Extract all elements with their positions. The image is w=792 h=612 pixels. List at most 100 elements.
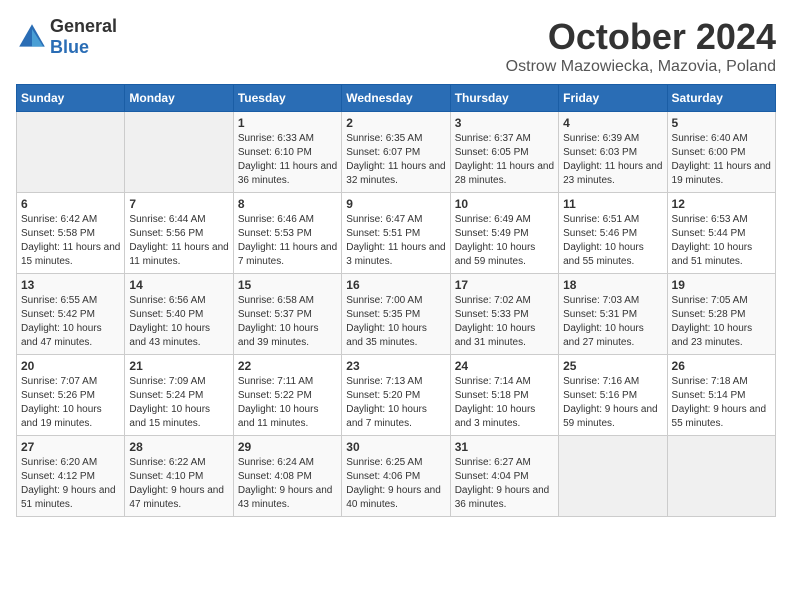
calendar-cell: 22 Sunrise: 7:11 AM Sunset: 5:22 PM Dayli…	[233, 355, 341, 436]
day-number: 6	[21, 197, 120, 211]
calendar-cell: 25 Sunrise: 7:16 AM Sunset: 5:16 PM Dayli…	[559, 355, 667, 436]
cell-info: Sunrise: 6:47 AM Sunset: 5:51 PM Dayligh…	[346, 213, 445, 269]
calendar-cell: 27Sunrise: 6:20 AM Sunset: 4:12 PM Dayli…	[17, 436, 125, 517]
calendar-cell	[667, 436, 775, 517]
calendar-cell: 6 Sunrise: 6:42 AM Sunset: 5:58 PM Daylig…	[17, 193, 125, 274]
calendar-cell: 5 Sunrise: 6:40 AM Sunset: 6:00 PM Daylig…	[667, 112, 775, 193]
day-number: 13	[21, 278, 120, 292]
day-number: 31	[455, 440, 554, 454]
calendar-week-row: 13 Sunrise: 6:55 AM Sunset: 5:42 PM Dayli…	[17, 274, 776, 355]
calendar-cell: 20 Sunrise: 7:07 AM Sunset: 5:26 PM Dayli…	[17, 355, 125, 436]
day-number: 20	[21, 359, 120, 373]
day-number: 2	[346, 116, 445, 130]
cell-info: Sunrise: 6:42 AM Sunset: 5:58 PM Dayligh…	[21, 213, 120, 269]
day-number: 3	[455, 116, 554, 130]
day-number: 28	[129, 440, 228, 454]
month-title: October 2024	[506, 16, 776, 58]
cell-info: Sunrise: 6:22 AM Sunset: 4:10 PM Dayligh…	[129, 456, 228, 512]
calendar-cell: 17 Sunrise: 7:02 AM Sunset: 5:33 PM Dayli…	[450, 274, 558, 355]
calendar-cell: 11 Sunrise: 6:51 AM Sunset: 5:46 PM Dayli…	[559, 193, 667, 274]
cell-info: Sunrise: 6:49 AM Sunset: 5:49 PM Dayligh…	[455, 213, 554, 269]
title-block: October 2024 Ostrow Mazowiecka, Mazovia,…	[506, 16, 776, 76]
cell-info: Sunrise: 7:07 AM Sunset: 5:26 PM Dayligh…	[21, 375, 120, 431]
day-number: 21	[129, 359, 228, 373]
day-number: 7	[129, 197, 228, 211]
day-header: Wednesday	[342, 85, 450, 112]
calendar-cell: 15Sunrise: 6:58 AM Sunset: 5:37 PM Dayli…	[233, 274, 341, 355]
cell-info: Sunrise: 6:55 AM Sunset: 5:42 PM Dayligh…	[21, 294, 120, 350]
cell-info: Sunrise: 6:46 AM Sunset: 5:53 PM Dayligh…	[238, 213, 337, 269]
day-number: 19	[672, 278, 771, 292]
cell-info: Sunrise: 6:56 AM Sunset: 5:40 PM Dayligh…	[129, 294, 228, 350]
day-header: Friday	[559, 85, 667, 112]
calendar-cell: 30 Sunrise: 6:25 AM Sunset: 4:06 PM Dayli…	[342, 436, 450, 517]
day-number: 25	[563, 359, 662, 373]
calendar-week-row: 20 Sunrise: 7:07 AM Sunset: 5:26 PM Dayli…	[17, 355, 776, 436]
cell-info: Sunrise: 7:00 AM Sunset: 5:35 PM Dayligh…	[346, 294, 445, 350]
day-number: 16	[346, 278, 445, 292]
cell-info: Sunrise: 6:25 AM Sunset: 4:06 PM Dayligh…	[346, 456, 445, 512]
calendar-cell: 16 Sunrise: 7:00 AM Sunset: 5:35 PM Dayli…	[342, 274, 450, 355]
calendar-cell: 28 Sunrise: 6:22 AM Sunset: 4:10 PM Dayli…	[125, 436, 233, 517]
day-number: 24	[455, 359, 554, 373]
calendar-cell: 4Sunrise: 6:39 AM Sunset: 6:03 PM Daylig…	[559, 112, 667, 193]
day-number: 5	[672, 116, 771, 130]
day-number: 14	[129, 278, 228, 292]
day-number: 17	[455, 278, 554, 292]
header: General Blue October 2024 Ostrow Mazowie…	[16, 16, 776, 76]
day-number: 9	[346, 197, 445, 211]
calendar-cell	[559, 436, 667, 517]
logo-blue: Blue	[50, 37, 89, 57]
day-header: Monday	[125, 85, 233, 112]
cell-info: Sunrise: 7:18 AM Sunset: 5:14 PM Dayligh…	[672, 375, 771, 431]
cell-info: Sunrise: 6:51 AM Sunset: 5:46 PM Dayligh…	[563, 213, 662, 269]
cell-info: Sunrise: 6:44 AM Sunset: 5:56 PM Dayligh…	[129, 213, 228, 269]
location-title: Ostrow Mazowiecka, Mazovia, Poland	[506, 58, 776, 76]
logo: General Blue	[16, 16, 117, 58]
logo-icon	[16, 21, 48, 53]
calendar-cell: 3Sunrise: 6:37 AM Sunset: 6:05 PM Daylig…	[450, 112, 558, 193]
calendar-cell: 21 Sunrise: 7:09 AM Sunset: 5:24 PM Dayli…	[125, 355, 233, 436]
cell-info: Sunrise: 6:58 AM Sunset: 5:37 PM Dayligh…	[238, 294, 337, 350]
cell-info: Sunrise: 7:09 AM Sunset: 5:24 PM Dayligh…	[129, 375, 228, 431]
calendar-cell: 24Sunrise: 7:14 AM Sunset: 5:18 PM Dayli…	[450, 355, 558, 436]
cell-info: Sunrise: 6:53 AM Sunset: 5:44 PM Dayligh…	[672, 213, 771, 269]
calendar-cell: 19 Sunrise: 7:05 AM Sunset: 5:28 PM Dayli…	[667, 274, 775, 355]
day-number: 10	[455, 197, 554, 211]
cell-info: Sunrise: 6:40 AM Sunset: 6:00 PM Dayligh…	[672, 132, 771, 188]
logo-general: General	[50, 16, 117, 36]
day-number: 12	[672, 197, 771, 211]
day-number: 29	[238, 440, 337, 454]
cell-info: Sunrise: 6:27 AM Sunset: 4:04 PM Dayligh…	[455, 456, 554, 512]
cell-info: Sunrise: 7:05 AM Sunset: 5:28 PM Dayligh…	[672, 294, 771, 350]
day-number: 4	[563, 116, 662, 130]
day-number: 8	[238, 197, 337, 211]
cell-info: Sunrise: 6:35 AM Sunset: 6:07 PM Dayligh…	[346, 132, 445, 188]
day-header: Saturday	[667, 85, 775, 112]
calendar-cell: 1Sunrise: 6:33 AM Sunset: 6:10 PM Daylig…	[233, 112, 341, 193]
day-number: 26	[672, 359, 771, 373]
calendar-cell: 8 Sunrise: 6:46 AM Sunset: 5:53 PM Daylig…	[233, 193, 341, 274]
cell-info: Sunrise: 7:13 AM Sunset: 5:20 PM Dayligh…	[346, 375, 445, 431]
calendar-cell: 14 Sunrise: 6:56 AM Sunset: 5:40 PM Dayli…	[125, 274, 233, 355]
day-number: 23	[346, 359, 445, 373]
cell-info: Sunrise: 7:11 AM Sunset: 5:22 PM Dayligh…	[238, 375, 337, 431]
day-number: 11	[563, 197, 662, 211]
cell-info: Sunrise: 6:20 AM Sunset: 4:12 PM Dayligh…	[21, 456, 120, 512]
cell-info: Sunrise: 7:02 AM Sunset: 5:33 PM Dayligh…	[455, 294, 554, 350]
day-number: 22	[238, 359, 337, 373]
calendar-table: SundayMondayTuesdayWednesdayThursdayFrid…	[16, 84, 776, 517]
cell-info: Sunrise: 7:16 AM Sunset: 5:16 PM Dayligh…	[563, 375, 662, 431]
calendar-cell	[125, 112, 233, 193]
cell-info: Sunrise: 6:33 AM Sunset: 6:10 PM Dayligh…	[238, 132, 337, 188]
calendar-cell: 7 Sunrise: 6:44 AM Sunset: 5:56 PM Daylig…	[125, 193, 233, 274]
day-number: 30	[346, 440, 445, 454]
calendar-cell: 9 Sunrise: 6:47 AM Sunset: 5:51 PM Daylig…	[342, 193, 450, 274]
day-number: 18	[563, 278, 662, 292]
calendar-week-row: 1Sunrise: 6:33 AM Sunset: 6:10 PM Daylig…	[17, 112, 776, 193]
calendar-cell: 23 Sunrise: 7:13 AM Sunset: 5:20 PM Dayli…	[342, 355, 450, 436]
day-header: Tuesday	[233, 85, 341, 112]
calendar-week-row: 6 Sunrise: 6:42 AM Sunset: 5:58 PM Daylig…	[17, 193, 776, 274]
calendar-cell: 10 Sunrise: 6:49 AM Sunset: 5:49 PM Dayli…	[450, 193, 558, 274]
day-header: Thursday	[450, 85, 558, 112]
